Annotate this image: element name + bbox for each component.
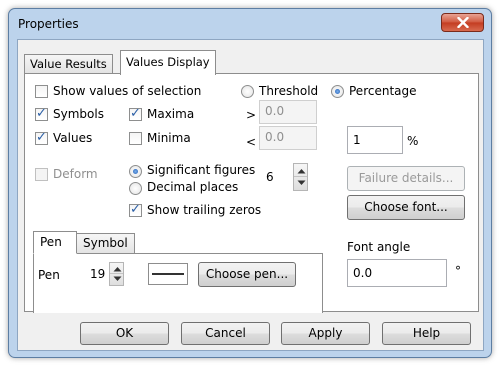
percentage-field[interactable]: 1 [347,126,403,154]
pen-label: Pen [38,268,60,282]
percentage-label: Percentage [349,84,417,98]
decimal-places-radio[interactable] [129,182,142,195]
subtab-pen[interactable]: Pen [33,231,77,254]
choose-font-button[interactable]: Choose font... [347,195,465,220]
chevron-up-icon [297,169,306,174]
window-title: Properties [18,17,79,31]
ok-button[interactable]: OK [80,322,169,345]
cancel-button[interactable]: Cancel [181,322,270,345]
maxima-checkbox[interactable] [129,106,142,121]
show-trailing-zeros-checkbox[interactable] [129,202,142,217]
pen-panel: Pen 19 Choose pen... [33,253,323,313]
help-button[interactable]: Help [382,322,471,345]
decimal-places-label: Decimal places [147,180,239,194]
precision-value-field[interactable]: 6 [261,164,293,192]
font-angle-unit: ° [455,264,461,278]
show-values-of-selection-label: Show values of selection [53,84,202,98]
font-angle-field[interactable]: 0.0 [347,259,447,287]
tab-values-display[interactable]: Values Display [120,50,216,75]
close-button[interactable] [441,13,484,32]
failure-details-button[interactable]: Failure details... [347,166,465,191]
choose-pen-button[interactable]: Choose pen... [198,262,296,287]
precision-spin-up[interactable] [294,164,307,177]
maxima-label: Maxima [147,107,195,121]
close-icon [457,17,469,28]
significant-figures-radio[interactable] [129,165,142,178]
values-checkbox[interactable] [35,130,48,145]
percentage-radio[interactable] [331,85,344,98]
title-bar[interactable]: Properties [9,9,491,39]
values-label: Values [53,131,93,145]
pen-symbol-group: Pen Symbol Pen 19 Choose pen... [33,231,323,313]
symbols-checkbox[interactable] [35,106,48,121]
chevron-down-icon [113,276,122,281]
subtab-symbol[interactable]: Symbol [76,233,135,253]
pen-width-spin-up[interactable] [110,263,123,274]
pen-width-field[interactable]: 19 [88,263,108,287]
greater-than-symbol: > [246,108,257,122]
tab-value-results[interactable]: Value Results [24,54,113,74]
deform-label: Deform [53,167,98,181]
threshold-radio[interactable] [241,85,254,98]
chevron-up-icon [113,267,122,272]
properties-dialog: Properties Value Results Values Display … [8,8,492,358]
significant-figures-label: Significant figures [147,163,256,177]
precision-spinner[interactable] [293,163,308,191]
percentage-unit: % [407,134,419,148]
chevron-down-icon [297,180,306,185]
threshold-min-field[interactable]: 0.0 [259,126,317,150]
values-display-panel: Show values of selection Threshold Perce… [24,73,479,313]
symbols-label: Symbols [53,107,104,121]
minima-label: Minima [147,131,191,145]
show-trailing-zeros-label: Show trailing zeros [147,203,262,217]
pen-line-preview [148,263,188,285]
precision-spin-down[interactable] [294,177,307,190]
show-values-of-selection-checkbox[interactable] [35,85,48,98]
less-than-symbol: < [246,135,257,149]
dialog-client-area: Value Results Values Display Show values… [17,39,484,351]
apply-button[interactable]: Apply [281,322,370,345]
deform-checkbox[interactable] [35,168,48,181]
pen-width-spin-down[interactable] [110,274,123,285]
threshold-max-field[interactable]: 0.0 [259,100,317,124]
threshold-label: Threshold [259,84,319,98]
pen-width-spinner[interactable] [109,262,124,286]
font-angle-label: Font angle [347,240,411,254]
minima-checkbox[interactable] [129,132,142,145]
